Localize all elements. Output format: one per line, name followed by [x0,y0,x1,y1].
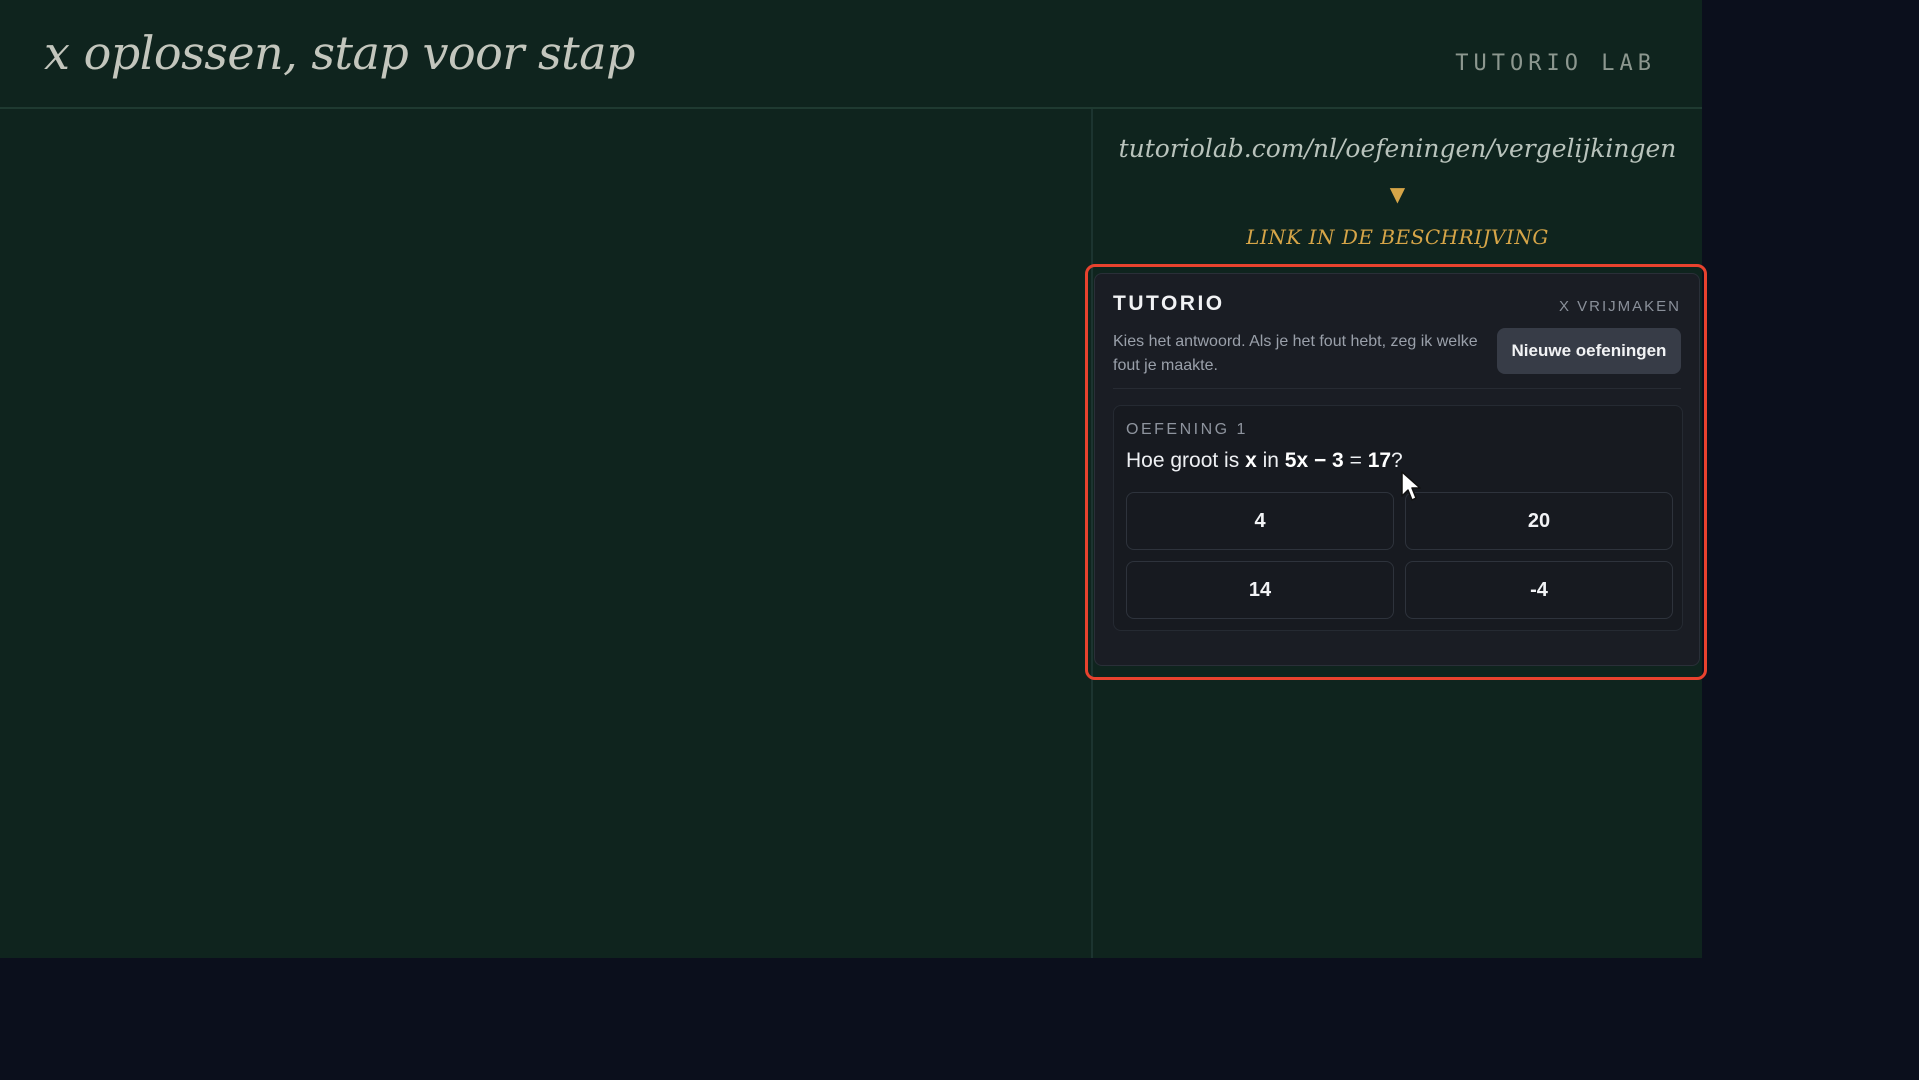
exercise-label: OEFENING 1 [1126,421,1248,438]
equation-left: 5x − 3 [1284,449,1344,472]
board-header: x oplossen, stap voor stap TUTORIO LAB [0,0,1702,109]
brand-logo-text: TUTORIO LAB [1455,51,1656,76]
answer-option[interactable]: 4 [1126,492,1394,550]
question-middle: in [1256,449,1285,472]
widget-separator [1113,388,1681,389]
mouse-pointer-icon [1401,471,1421,501]
new-exercises-button[interactable]: Nieuwe oefeningen [1497,328,1681,374]
arrow-down-icon: ▼ [1389,182,1406,206]
question-prefix: Hoe groot is [1126,449,1246,472]
link-hint: LINK IN DE BESCHRIJVING [1246,225,1549,249]
exercise-card: OEFENING 1 Hoe groot is x in 5x − 3 = 17… [1113,405,1683,631]
widget-title: TUTORIO [1113,292,1225,315]
widget-description: Kies het antwoord. Als je het fout hebt,… [1113,333,1478,374]
answer-option[interactable]: 20 [1405,492,1673,550]
equation-right: 17 [1367,449,1392,472]
promo-url: tutoriolab.com/nl/oefeningen/vergelijkin… [1118,134,1677,163]
question-suffix: ? [1391,449,1403,472]
page-title: x oplossen, stap voor stap [44,26,635,80]
answer-option[interactable]: 14 [1126,561,1394,619]
question-variable: x [1245,449,1257,472]
answer-option[interactable]: -4 [1405,561,1673,619]
exercise-question: Hoe groot is x in 5x − 3 = 17? [1126,449,1403,473]
topic-tag[interactable]: X VRIJMAKEN [1559,298,1681,315]
tutor-widget: TUTORIO X VRIJMAKEN Kies het antwoord. A… [1094,273,1700,666]
equation-equals: = [1343,449,1368,472]
